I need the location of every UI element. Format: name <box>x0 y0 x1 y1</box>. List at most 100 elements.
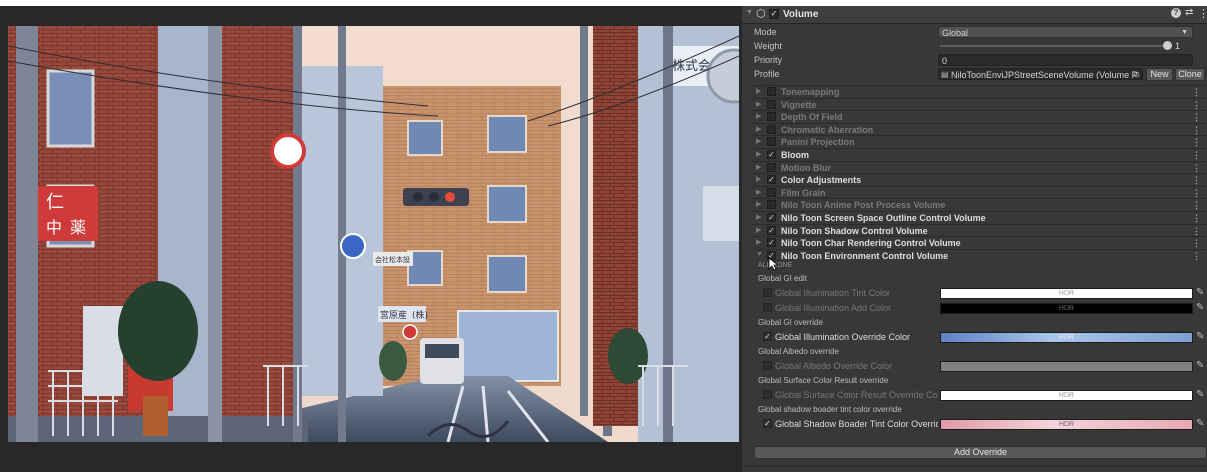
more-icon[interactable]: ⋮ <box>1192 187 1201 199</box>
override-active-checkbox[interactable] <box>767 112 776 122</box>
color-field[interactable]: HDR <box>940 332 1193 343</box>
more-icon[interactable]: ⋮ <box>1192 199 1201 211</box>
foldout-arrow-icon[interactable]: ▶ <box>756 125 761 133</box>
foldout-arrow-icon[interactable]: ▶ <box>756 137 761 145</box>
foldout-arrow-icon[interactable]: ▶ <box>756 238 761 246</box>
override-active-checkbox[interactable]: ✓ <box>767 238 776 248</box>
override-row[interactable]: ▶ Tonemapping ⋮ <box>750 85 1207 98</box>
add-override-button[interactable]: Add Override <box>754 446 1207 459</box>
color-field[interactable]: HDR <box>940 303 1193 314</box>
override-row[interactable]: ▶ ✓ Color Adjustments ⋮ <box>750 173 1207 186</box>
mode-dropdown[interactable]: Global ▼ <box>938 26 1193 38</box>
component-header[interactable]: ▼ ⬡ ✓ Volume ? ⇄ ⋮ <box>742 6 1207 24</box>
more-icon[interactable]: ⋮ <box>1192 111 1201 123</box>
more-icon[interactable]: ⋮ <box>1192 225 1201 237</box>
eyedropper-icon[interactable]: ✎ <box>1196 287 1204 298</box>
foldout-arrow-icon[interactable]: ▶ <box>756 200 761 208</box>
foldout-arrow-icon[interactable]: ▶ <box>756 112 761 120</box>
scene-view[interactable]: 仁 中 薬 会社松本設 宮原産 (株) 株式会 <box>0 6 742 472</box>
more-icon[interactable]: ⋮ <box>1192 149 1201 161</box>
more-icon[interactable]: ⋮ <box>1192 99 1201 111</box>
eyedropper-icon[interactable]: ✎ <box>1196 389 1204 400</box>
override-checkbox[interactable] <box>763 390 772 399</box>
more-icon[interactable]: ⋮ <box>1192 86 1201 98</box>
override-active-checkbox[interactable] <box>767 124 776 134</box>
override-active-checkbox[interactable] <box>767 162 776 172</box>
priority-field[interactable]: 0 <box>938 54 1193 66</box>
more-icon[interactable]: ⋮ <box>1192 136 1201 148</box>
help-icon[interactable]: ? <box>1171 8 1181 18</box>
scene-render[interactable]: 仁 中 薬 会社松本設 宮原産 (株) 株式会 <box>8 26 739 442</box>
clone-profile-button[interactable]: Clone <box>1175 68 1205 81</box>
foldout-arrow-icon[interactable]: ▶ <box>756 150 761 158</box>
property-label: Global Shadow Boader Tint Color Override <box>775 419 938 429</box>
more-icon[interactable]: ⋮ <box>1198 7 1207 20</box>
override-active-checkbox[interactable]: ✓ <box>767 150 776 159</box>
center-sign-text-2: (株) <box>412 309 428 321</box>
override-row[interactable]: ▶ Chromatic Aberration ⋮ <box>750 122 1207 136</box>
more-icon[interactable]: ⋮ <box>1192 237 1201 249</box>
object-picker-icon[interactable]: ⊙ <box>1133 69 1140 79</box>
component-enabled-checkbox[interactable]: ✓ <box>769 9 779 19</box>
foldout-open-icon[interactable]: ▼ <box>756 251 763 258</box>
override-name: Panini Projection <box>781 137 855 148</box>
priority-row: Priority 0 <box>742 53 1207 67</box>
override-active-checkbox[interactable] <box>767 137 776 147</box>
override-row[interactable]: ▶ Vignette ⋮ <box>750 97 1207 111</box>
new-profile-button[interactable]: New <box>1146 68 1173 81</box>
foldout-arrow-icon[interactable]: ▼ <box>746 9 753 16</box>
more-icon[interactable]: ⋮ <box>1192 250 1201 262</box>
foldout-arrow-icon[interactable]: ▶ <box>756 213 761 221</box>
override-checkbox[interactable] <box>763 288 772 297</box>
profile-object-field[interactable]: ▤ NiloToonEnviJPStreetSceneVolume (Volum… <box>938 68 1143 80</box>
asset-icon: ▤ <box>941 70 949 79</box>
eyedropper-icon[interactable]: ✎ <box>1196 360 1204 371</box>
override-row[interactable]: ▶ ✓ Bloom ⋮ <box>750 148 1207 161</box>
override-active-checkbox[interactable]: ✓ <box>767 213 776 222</box>
override-row[interactable]: ▶ Depth Of Field ⋮ <box>750 110 1207 123</box>
override-row[interactable]: ▶ ✓ Nilo Toon Char Rendering Control Volum… <box>750 236 1207 249</box>
foldout-arrow-icon[interactable]: ▶ <box>756 226 761 234</box>
override-row[interactable]: ▶ ✓ Nilo Toon Screen Space Outline Control… <box>750 211 1207 224</box>
color-field[interactable]: HDR <box>940 390 1193 401</box>
eyedropper-icon[interactable]: ✎ <box>1196 418 1204 429</box>
color-field[interactable]: HDR <box>940 288 1193 299</box>
override-active-checkbox[interactable] <box>767 200 776 210</box>
override-checkbox[interactable]: ✓ <box>763 419 772 428</box>
more-icon[interactable]: ⋮ <box>1192 124 1201 136</box>
color-field[interactable] <box>940 361 1193 372</box>
override-active-checkbox[interactable]: ✓ <box>767 175 776 185</box>
foldout-arrow-icon[interactable]: ▶ <box>756 175 761 183</box>
override-row[interactable]: ▶ Nilo Toon Anime Post Process Volume ⋮ <box>750 198 1207 211</box>
override-row[interactable]: ▶ Motion Blur ⋮ <box>750 160 1207 174</box>
override-checkbox[interactable] <box>763 303 772 312</box>
weight-slider-track[interactable] <box>940 45 1168 47</box>
more-icon[interactable]: ⋮ <box>1192 162 1201 174</box>
foldout-arrow-icon[interactable]: ▶ <box>756 100 761 108</box>
more-icon[interactable]: ⋮ <box>1192 212 1201 224</box>
eyedropper-icon[interactable]: ✎ <box>1196 302 1204 313</box>
more-icon[interactable]: ⋮ <box>1192 174 1201 186</box>
weight-value[interactable]: 1 <box>1175 39 1180 53</box>
property-label: Global Surface Color Result Override Col… <box>775 390 938 400</box>
override-checkbox[interactable] <box>763 361 772 370</box>
color-field[interactable]: HDR <box>940 419 1193 430</box>
override-active-checkbox[interactable] <box>767 187 776 197</box>
foldout-arrow-icon[interactable]: ▶ <box>756 163 761 171</box>
foldout-arrow-icon[interactable]: ▶ <box>756 87 761 95</box>
profile-label: Profile <box>754 69 780 79</box>
override-active-checkbox[interactable] <box>767 87 776 96</box>
preset-icon[interactable]: ⇄ <box>1185 7 1193 18</box>
weight-slider-handle[interactable] <box>1163 41 1172 50</box>
override-active-checkbox[interactable]: ✓ <box>767 225 776 235</box>
override-checkbox[interactable]: ✓ <box>763 332 772 341</box>
override-row[interactable]: ▶ Film Grain ⋮ <box>750 185 1207 199</box>
eyedropper-icon[interactable]: ✎ <box>1196 331 1204 342</box>
override-name: Nilo Toon Shadow Control Volume <box>781 225 928 236</box>
override-row[interactable]: ▼ ✓ Nilo Toon Environment Control Volume ⋮ <box>750 248 1207 262</box>
foldout-arrow-icon[interactable]: ▶ <box>756 188 761 196</box>
section-shadow-override: Global shadow boader tint color override <box>758 405 902 414</box>
override-row[interactable]: ▶ Panini Projection ⋮ <box>750 135 1207 148</box>
override-row[interactable]: ▶ ✓ Nilo Toon Shadow Control Volume ⋮ <box>750 223 1207 237</box>
override-active-checkbox[interactable] <box>767 99 776 109</box>
